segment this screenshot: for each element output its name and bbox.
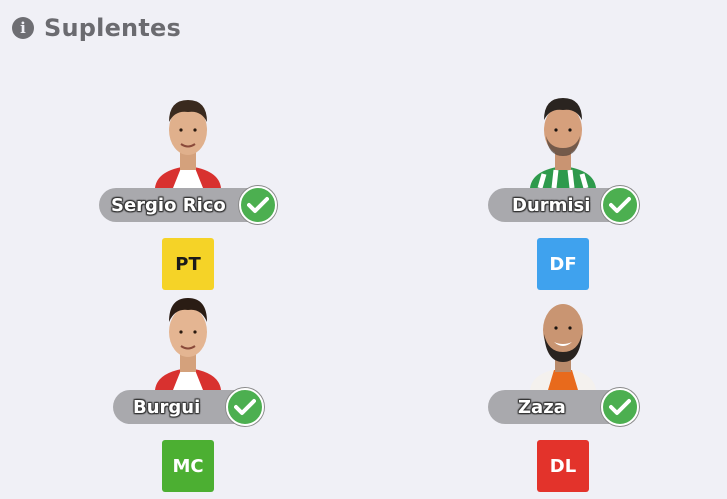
- player-name-pill: Zaza: [488, 388, 639, 426]
- player-name: Sergio Rico: [111, 194, 226, 216]
- position-badge: MC: [162, 440, 214, 492]
- player-photo: [518, 292, 608, 390]
- player-name-pill: Sergio Rico: [99, 186, 277, 224]
- check-icon: [601, 186, 639, 224]
- check-icon: [601, 388, 639, 426]
- section-title: Suplentes: [44, 14, 181, 42]
- section-header: i Suplentes: [12, 14, 181, 42]
- position-badge: DF: [537, 238, 589, 290]
- player-name: Durmisi: [512, 194, 591, 216]
- position-badge: DL: [537, 440, 589, 492]
- position-badge: PT: [162, 238, 214, 290]
- check-icon: [239, 186, 277, 224]
- player-name: Zaza: [518, 396, 566, 418]
- player-photo: [143, 292, 233, 390]
- player-photo: [518, 90, 608, 188]
- player-name: Burgui: [133, 396, 201, 418]
- player-name-pill: Burgui: [113, 388, 264, 426]
- check-icon: [226, 388, 264, 426]
- info-icon[interactable]: i: [12, 17, 34, 39]
- player-photo: [143, 90, 233, 188]
- player-name-pill: Durmisi: [488, 186, 639, 224]
